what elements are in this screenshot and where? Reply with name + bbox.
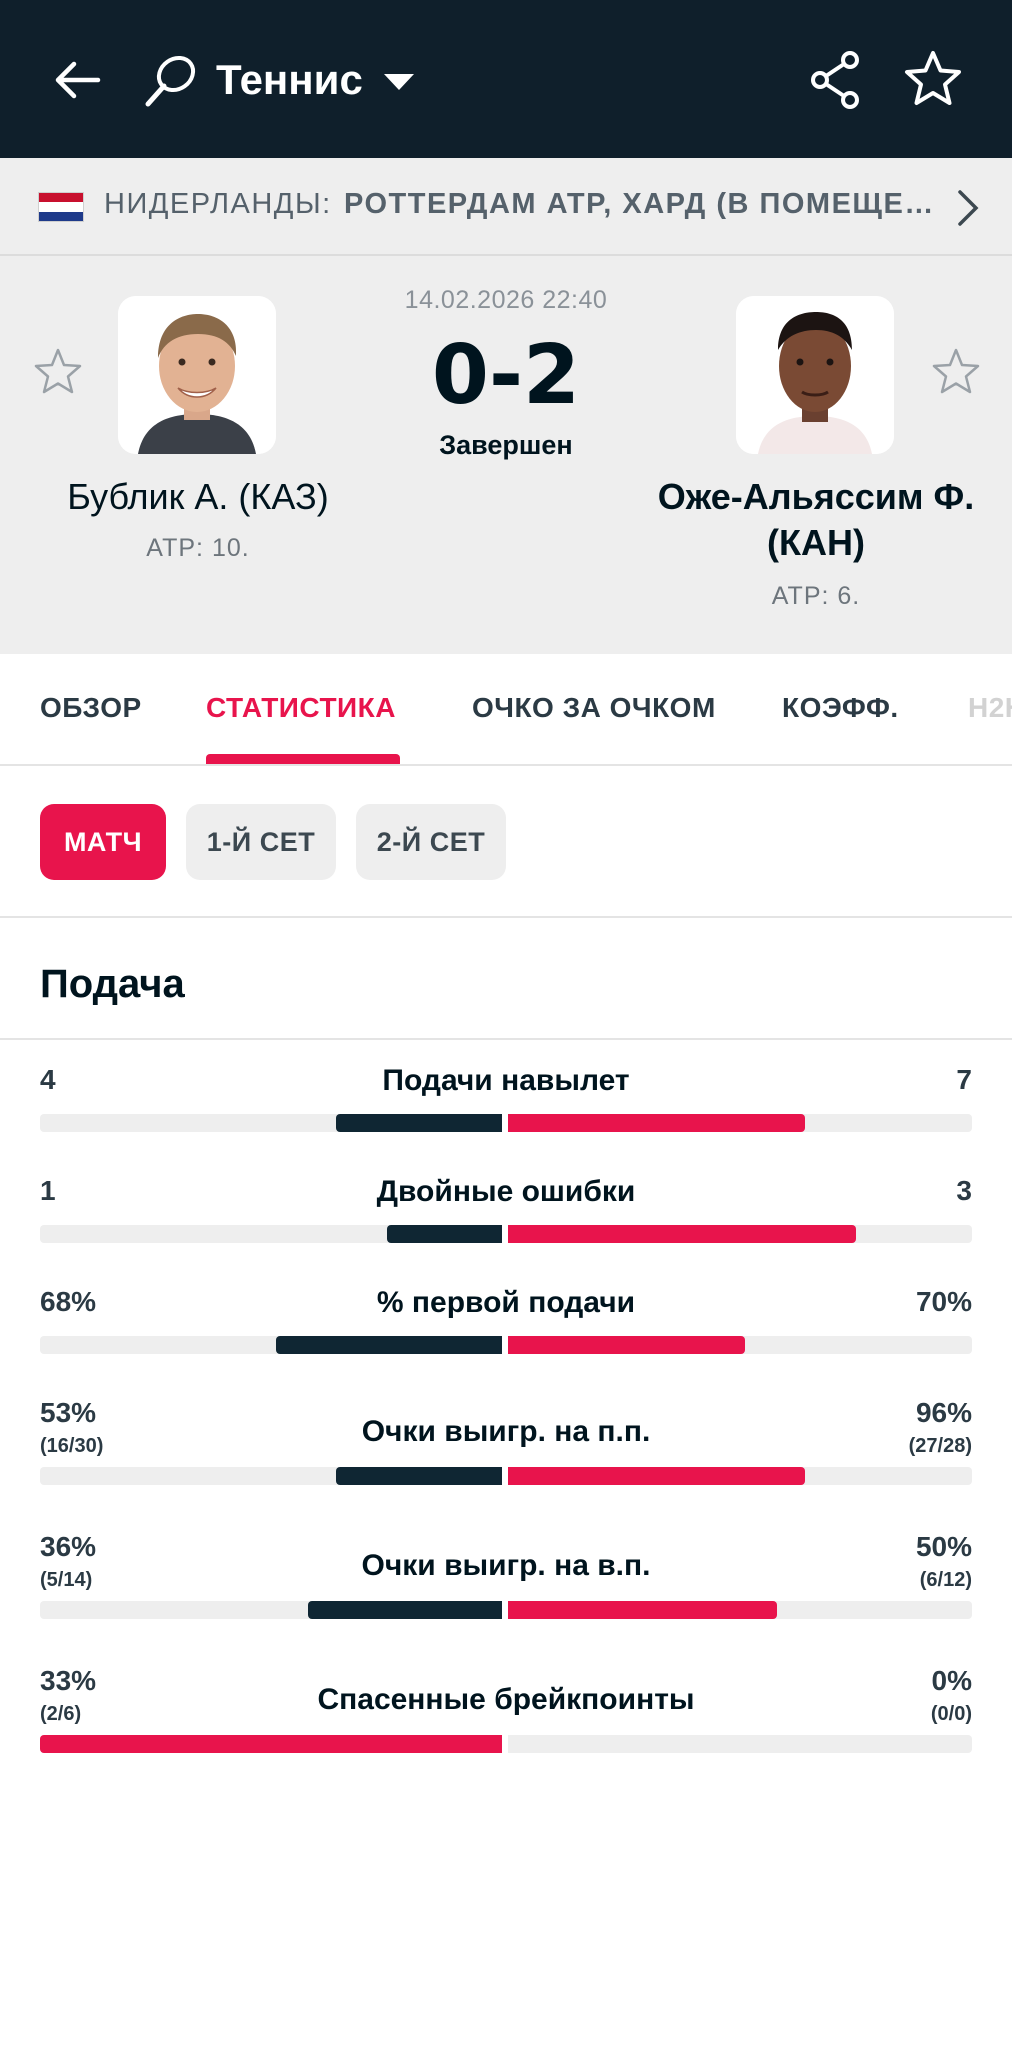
tab-h2h[interactable]: H2H [968,692,1012,724]
section-divider [0,1038,1012,1040]
stat-label: % первой подачи [376,1286,636,1319]
stat-bar-home-fill [335,1114,502,1132]
stat-bar-away-fill [508,1467,805,1485]
stat-label: Очки выигр. на п.п. [361,1415,651,1448]
stat-bar-away-fill [508,1336,745,1354]
stat-row: 53% 96% (16/30) (27/28) Очки выигр. на п.п. [0,1397,1012,1497]
back-arrow-icon[interactable] [48,50,108,110]
tournament-country: НИДЕРЛАНДЫ: [104,188,332,220]
netherlands-flag-icon [38,192,84,222]
favorite-star-icon[interactable] [902,48,964,110]
tournament-event: РОТТЕРДАМ ATP, ХАРД (В ПОМЕЩЕНИИ) [344,188,944,220]
stat-bar-home-fill [335,1467,502,1485]
match-tabs: ОБЗОР СТАТИСТИКА ОЧКО ЗА ОЧКОМ КОЭФФ. H2… [0,654,1012,766]
stat-bar-home-track [40,1114,502,1132]
stat-bar-home-track [40,1601,502,1619]
share-icon[interactable] [808,50,862,110]
stat-bar-home-track [40,1467,502,1485]
tab-odds[interactable]: КОЭФФ. [782,692,899,724]
stat-bar-away-track [508,1735,972,1753]
stat-label: Спасенные брейкпоинты [317,1683,695,1716]
player-rank-home: ATP: 10. [146,534,250,562]
stat-bar-away-fill [508,1225,856,1243]
stat-label: Двойные ошибки [376,1175,636,1208]
caret-down-icon[interactable] [382,72,416,92]
player-avatar-icon [736,296,894,454]
stat-bar-away-fill [508,1114,805,1132]
player-name-away[interactable]: Оже-Альяссим Ф. (КАН) [656,474,976,566]
chip-set-2[interactable]: 2-Й СЕТ [356,804,506,880]
stat-bar-home-track [40,1225,502,1243]
top-app-bar: Теннис [0,0,1012,158]
chip-set-1[interactable]: 1-Й СЕТ [186,804,336,880]
stat-row: 4 7 Подачи навылет [0,1064,1012,1144]
tab-point-by-point[interactable]: ОЧКО ЗА ОЧКОМ [472,692,716,724]
stat-label: Очки выигр. на в.п. [361,1549,651,1582]
chevron-right-icon[interactable] [954,188,982,228]
stat-bar-home-fill [40,1735,502,1753]
stat-bar-away-track [508,1114,972,1132]
stat-row: 36% 50% (5/14) (6/12) Очки выигр. на в.п. [0,1531,1012,1631]
sport-title[interactable]: Теннис [216,52,363,108]
player-photo-away[interactable] [736,296,894,454]
stat-row: 1 3 Двойные ошибки [0,1175,1012,1255]
tournament-bar[interactable]: НИДЕРЛАНДЫ: РОТТЕРДАМ ATP, ХАРД (В ПОМЕЩ… [0,158,1012,256]
active-tab-indicator [206,754,400,764]
stat-bar-home-fill [307,1601,502,1619]
stat-bar-home-fill [275,1336,502,1354]
stat-row: 33% 0% (2/6) (0/0) Спасенные брейкпоинты [0,1665,1012,1765]
stat-bar-away-track [508,1336,972,1354]
stat-bar-away-fill [508,1601,778,1619]
stat-bar-home-track [40,1336,502,1354]
period-selector: МАТЧ 1-Й СЕТ 2-Й СЕТ [0,768,1012,918]
tennis-racket-icon [145,55,196,107]
stat-row: 68% 70%% первой подачи [0,1286,1012,1366]
stat-bar-away-track [508,1601,972,1619]
stat-label: Подачи навылет [382,1064,630,1097]
player-name-home[interactable]: Бублик А. (КАЗ) [20,474,376,520]
match-header: 14.02.2026 22:40 0-2 Завершен Бублик А. … [0,256,1012,654]
stat-bar-home-track [40,1735,502,1753]
stat-bar-away-track [508,1225,972,1243]
player-rank-away: ATP: 6. [771,582,861,610]
section-title: Подача [40,962,185,1006]
favorite-player-star-icon[interactable] [930,346,982,398]
chip-match[interactable]: МАТЧ [40,804,166,880]
stat-bar-away-track [508,1467,972,1485]
stat-bar-home-fill [386,1225,502,1243]
tab-statistics[interactable]: СТАТИСТИКА [206,692,396,724]
tab-overview[interactable]: ОБЗОР [40,692,142,724]
